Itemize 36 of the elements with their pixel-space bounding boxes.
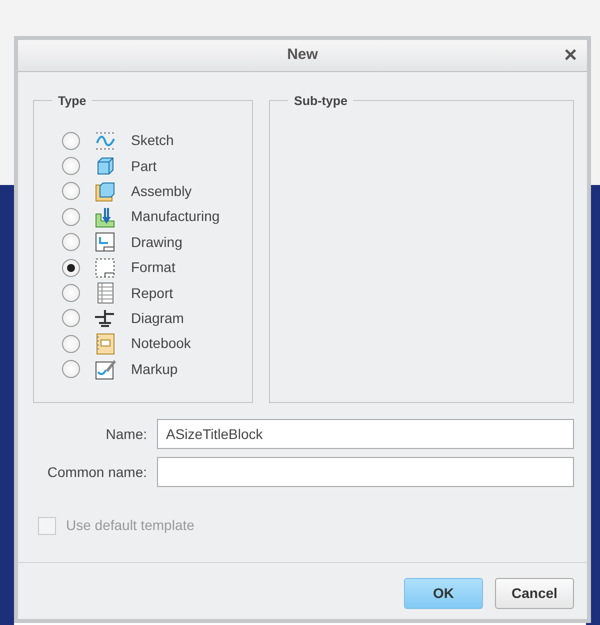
type-label[interactable]: Markup — [131, 358, 178, 380]
radio-button[interactable] — [62, 208, 80, 226]
close-button[interactable]: × — [562, 44, 579, 66]
drawing-sheet-icon — [94, 231, 116, 254]
type-label[interactable]: Format — [131, 257, 176, 278]
ground-symbol-icon — [94, 307, 116, 330]
radio-button[interactable] — [62, 233, 80, 252]
window-title: New — [287, 45, 318, 66]
radio-button[interactable] — [62, 258, 80, 277]
type-label[interactable]: Notebook — [131, 333, 191, 354]
format-sheet-icon — [94, 256, 116, 279]
cube-icon — [94, 180, 116, 202]
type-label[interactable]: Part — [131, 156, 157, 177]
tool-path-icon — [94, 206, 116, 228]
type-label[interactable]: Assembly — [131, 180, 192, 202]
radio-button[interactable] — [62, 182, 80, 200]
radio-button[interactable] — [62, 132, 80, 150]
field-label: Common name: — [46, 462, 147, 482]
type-label[interactable]: Drawing — [131, 232, 182, 253]
radio-button[interactable] — [62, 157, 80, 176]
type-label[interactable]: Sketch — [131, 130, 174, 152]
dialog-button[interactable]: Cancel — [495, 578, 574, 609]
sketch-icon — [94, 130, 116, 152]
radio-button[interactable] — [62, 284, 80, 302]
text-field[interactable]: ASizeTitleBlock — [157, 419, 574, 449]
text-field[interactable] — [157, 457, 574, 487]
type-label[interactable]: Manufacturing — [131, 206, 220, 228]
markup-pen-icon — [94, 358, 116, 380]
radio-button[interactable] — [62, 360, 80, 378]
radio-button[interactable] — [62, 334, 80, 353]
dialog-button[interactable]: OK — [404, 578, 483, 609]
notebook-icon — [94, 332, 116, 355]
type-label[interactable]: Report — [131, 282, 174, 304]
radio-button[interactable] — [62, 309, 80, 328]
field-label: Name: — [104, 424, 147, 444]
type-label[interactable]: Diagram — [131, 308, 184, 329]
